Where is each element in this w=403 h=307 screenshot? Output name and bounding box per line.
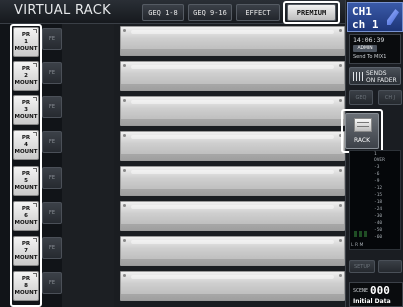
screw-icon [123,134,126,137]
rack-button-highlight [341,109,383,153]
meter-scale-tick: -60 [374,235,383,240]
fe-button-4[interactable]: FE [42,131,62,153]
panel-shadow [121,259,344,265]
meter-scale-tick: -30 [374,214,383,219]
rack-rail [62,24,114,307]
panel-shadow [121,119,344,125]
panel-shadow [121,84,344,90]
tab-geq-9-16[interactable]: GEQ 9-16 [188,4,232,21]
panel-sheen [131,100,334,104]
meter-scale-tick: -50 [374,228,383,233]
panel-shadow [121,224,344,230]
fe-button-3[interactable]: FE [42,96,62,118]
screw-icon [339,99,342,102]
screw-icon [339,29,342,32]
rack-slot-2[interactable] [120,61,345,91]
panel-sheen [131,30,334,34]
scene-label: SCENE [353,288,369,294]
meter-scale-tick: 1 [374,152,377,157]
rack-slot-7[interactable] [120,236,345,266]
fe-button-1[interactable]: FE [42,28,62,50]
panel-sheen [131,205,334,209]
rack-slot-6[interactable] [120,201,345,231]
rack-slot-4[interactable] [120,131,345,161]
status-display: 14:06:39 ADMIN Send To MIX1 [349,34,401,64]
panel-sheen [131,170,334,174]
setup-button[interactable]: SETUP [349,260,375,273]
meter-channel-labels: L R M [351,243,364,248]
screw-icon [123,239,126,242]
panel-shadow [121,49,344,55]
panel-shadow [121,154,344,160]
rack-slot-1[interactable] [120,26,345,56]
screw-icon [123,29,126,32]
rack-slot-3[interactable] [120,96,345,126]
panel-sheen [131,135,334,139]
send-target-label: Send To MIX1 [353,54,387,60]
panel-shadow [121,294,344,300]
fe-button-8[interactable]: FE [42,272,62,294]
meter-scale-tick: -15 [374,193,383,198]
screw-icon [339,169,342,172]
geq-shortcut-button[interactable]: GEQ [349,90,373,105]
panel-sheen [131,65,334,69]
panel-sheen [131,240,334,244]
panel-shadow [121,189,344,195]
meter-scale-tick: -3 [374,165,380,170]
screw-icon [123,169,126,172]
meter-scale-tick: -18 [374,200,383,205]
channel-name: ch 1 [352,18,379,31]
meter-bar-r [359,231,362,237]
screw-icon [339,204,342,207]
virtual-rack-screen: VIRTUAL RACK GEQ 1-8 GEQ 9-16 EFFECT PRE… [0,0,403,307]
premium-tab-highlight [283,1,340,24]
rack-slot-5[interactable] [120,166,345,196]
meter-scale-tick: -6 [374,172,380,177]
clock: 14:06:39 [353,36,385,44]
fe-button-7[interactable]: FE [42,237,62,259]
scene-number: 000 [370,284,390,297]
mount-column-highlight [10,24,42,307]
channel-id: CH1 [352,5,372,18]
screw-icon [123,99,126,102]
scene-name: Initial Data [353,298,391,305]
screw-icon [123,64,126,67]
sends-on-fader-button[interactable]: SENDS ON FADER [349,67,401,85]
meter-scale-tick: -12 [374,186,383,191]
edit-pen-icon [387,9,399,25]
screw-icon [339,64,342,67]
screw-icon [123,274,126,277]
meter-bar-l [354,231,357,237]
tab-effect[interactable]: EFFECT [236,4,280,21]
scene-display[interactable]: SCENE 000 Initial Data [349,282,403,307]
tab-geq-1-8[interactable]: GEQ 1-8 [142,4,184,21]
meter-scale-tick: -24 [374,207,383,212]
rack-slot-8[interactable] [120,271,345,301]
user-badge: ADMIN [353,45,377,52]
page-title: VIRTUAL RACK [14,3,111,18]
meter-scale-tick: OVER [374,158,385,163]
meter-scale-tick: -9 [374,179,380,184]
meter-bar-m [364,231,367,237]
fe-button-2[interactable]: FE [42,62,62,84]
ch-job-button[interactable]: CH J [378,90,402,105]
fe-button-5[interactable]: FE [42,167,62,189]
fader-icon [353,72,363,81]
on-fader-label: ON FADER [366,77,397,84]
selected-channel-display[interactable]: CH1 ch 1 [347,2,403,32]
screw-icon [123,204,126,207]
screw-icon [339,274,342,277]
panel-sheen [131,275,334,279]
meter-toggle-button[interactable] [378,260,402,273]
fe-button-6[interactable]: FE [42,202,62,224]
screw-icon [339,239,342,242]
meter-scale-tick: -40 [374,221,383,226]
sends-label: SENDS [366,70,387,77]
